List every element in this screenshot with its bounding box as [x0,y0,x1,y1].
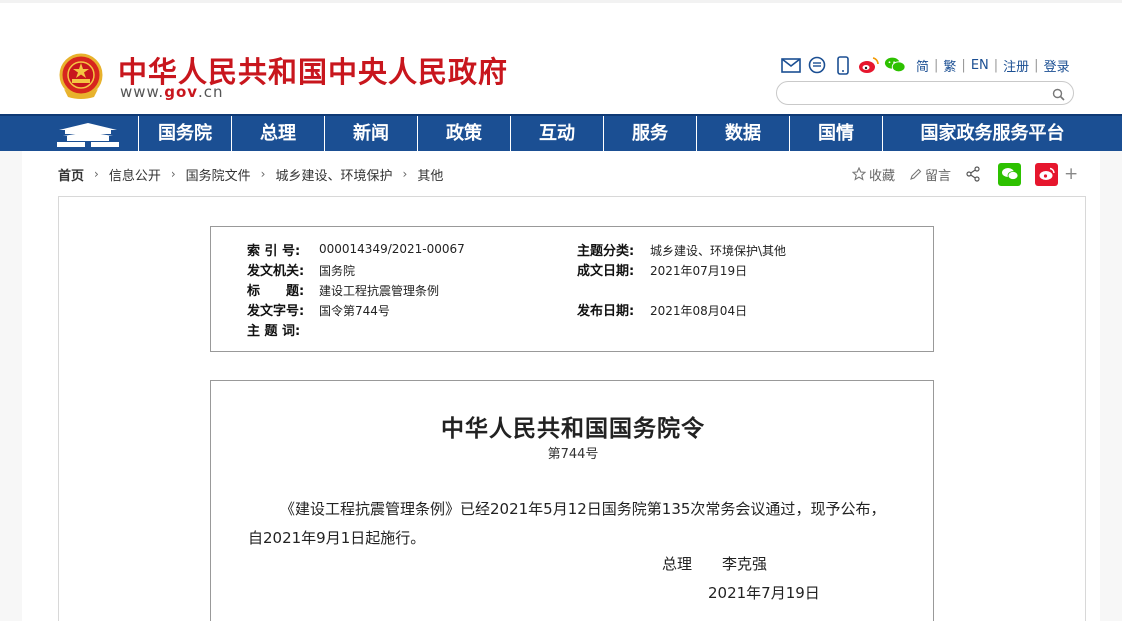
document-date: 2021年7月19日 [708,584,820,602]
register-link[interactable]: 注册 [1003,56,1029,75]
document-title: 中华人民共和国国务院令 [441,415,705,442]
share-icon[interactable] [965,166,984,182]
document-paragraph: 《建设工程抗震管理条例》已经2021年5月12日国务院第135次常务会议通过，现… [248,500,886,547]
breadcrumb-arrow: › [170,167,176,181]
meta-title-value: 建设工程抗震管理条例 [319,284,440,298]
nav-item-data[interactable]: 数据 [696,116,789,151]
meta-docno-label: 发文字号: [247,304,305,319]
chat-bubble-icon[interactable] [806,55,828,75]
nav-item-service-platform[interactable]: 国家政务服务平台 [882,116,1102,151]
separator: | [961,57,966,73]
meta-keywords-label: 主 题 词: [247,324,301,339]
meta-issuer-label: 发文机关: [247,264,305,279]
left-shade [0,151,22,621]
comment-label: 留言 [925,168,952,184]
lang-simplified-link[interactable]: 简 [916,56,929,75]
document-number: 第744号 [547,447,599,462]
main-nav: 国务院 总理 新闻 政策 互动 服务 数据 国情 国家政务服务平台 [0,114,1122,151]
document-signature: 总理 李克强 [662,553,767,574]
meta-docno-value: 国令第744号 [319,304,390,318]
more-share-button[interactable]: + [1064,164,1078,184]
weibo-share-icon[interactable] [1035,162,1059,186]
meta-index-label: 索 引 号: [247,244,301,259]
search-box [776,81,1074,105]
breadcrumb: 首页 › 信息公开 › 国务院文件 › 城乡建设、环境保护 › 其他 [58,164,443,184]
share-bar: 收藏 留言 + [852,162,1078,186]
nav-item-premier[interactable]: 总理 [231,116,324,151]
separator: | [993,57,999,73]
breadcrumb-council-docs[interactable]: 国务院文件 [186,165,251,184]
signature-name: 李克强 [722,555,768,573]
nav-item-national-info[interactable]: 国情 [789,116,882,151]
comment-button[interactable]: 留言 [909,165,951,184]
pencil-icon [910,168,922,180]
breadcrumb-other[interactable]: 其他 [417,165,443,184]
weibo-icon[interactable] [858,55,880,75]
separator: | [1034,57,1039,73]
url-suffix: .cn [198,83,224,101]
document-meta-box: 索 引 号: 000014349/2021-00067 主题分类: 城乡建设、环… [210,226,934,352]
national-emblem-icon[interactable] [58,53,104,101]
lang-english-link[interactable]: EN [971,58,989,73]
favorite-button[interactable]: 收藏 [852,165,895,184]
meta-index-value: 000014349/2021-00067 [319,242,465,256]
meta-written-label: 成文日期: [577,264,635,279]
lang-traditional-link[interactable]: 繁 [943,56,956,75]
wechat-share-icon[interactable] [998,162,1022,186]
document-body: 中华人民共和国国务院令 第744号 《建设工程抗震管理条例》已经2021年5月1… [210,380,934,621]
favorite-label: 收藏 [869,168,896,184]
mail-icon[interactable] [780,55,802,75]
breadcrumb-arrow: › [260,167,266,181]
search-icon[interactable] [1052,86,1065,105]
search-input[interactable] [787,84,1047,102]
meta-published-value: 2021年08月04日 [650,304,748,318]
header-tools: 简 | 繁 | EN | 注册 | 登录 [780,54,1070,76]
breadcrumb-arrow: › [94,167,99,181]
nav-item-policy[interactable]: 政策 [417,116,510,151]
star-icon [852,167,866,181]
meta-issuer-value: 国务院 [319,264,356,278]
meta-written-value: 2021年07月19日 [650,264,748,278]
site-header: 中华人民共和国中央人民政府 www.gov.cn 简 | 繁 | EN | 注册… [0,3,1122,115]
right-shade [1100,151,1122,621]
breadcrumb-home[interactable]: 首页 [58,165,84,184]
nav-item-interaction[interactable]: 互动 [510,116,603,151]
gate-tower-icon[interactable] [55,118,121,149]
mobile-icon[interactable] [832,55,854,75]
breadcrumb-info-public[interactable]: 信息公开 [109,165,161,184]
separator: | [934,57,939,73]
nav-items: 国务院 总理 新闻 政策 互动 服务 数据 国情 国家政务服务平台 [138,116,1102,151]
wechat-icon[interactable] [884,55,906,75]
site-url[interactable]: www.gov.cn [120,83,224,101]
meta-title-label: 标 题: [247,284,305,299]
nav-item-state-council[interactable]: 国务院 [138,116,231,151]
breadcrumb-urban-env[interactable]: 城乡建设、环境保护 [275,165,392,184]
meta-topic-label: 主题分类: [577,244,635,259]
url-prefix: www. [120,83,165,101]
signature-role: 总理 [662,555,693,573]
login-link[interactable]: 登录 [1044,56,1070,75]
meta-published-label: 发布日期: [577,304,635,319]
nav-item-services[interactable]: 服务 [603,116,696,151]
meta-topic-value: 城乡建设、环境保护\其他 [650,244,787,258]
url-domain: gov [164,83,199,101]
nav-item-news[interactable]: 新闻 [324,116,417,151]
breadcrumb-arrow: › [402,167,408,181]
